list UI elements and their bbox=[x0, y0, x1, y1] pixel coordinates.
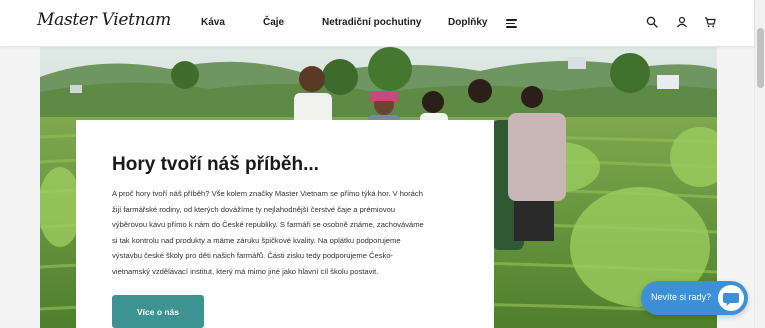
story-text-line: výstavbu české školy pro děti našich far… bbox=[112, 251, 394, 260]
story-text-line: A proč hory tvoří náš příběh? Vše kolem … bbox=[112, 189, 423, 198]
chat-widget[interactable]: Nevíte si rady? bbox=[641, 281, 748, 315]
menu-icon[interactable] bbox=[506, 19, 517, 28]
story-text: A proč hory tvoří náš příběh? Vše kolem … bbox=[112, 186, 458, 279]
logo[interactable]: Master Vietnam bbox=[37, 10, 171, 30]
nav-item-netradicni-pochutiny[interactable]: Netradiční pochutiny bbox=[322, 17, 421, 28]
chat-label[interactable]: Nevíte si rady? bbox=[651, 292, 711, 302]
nav-item-kava[interactable]: Káva bbox=[201, 17, 225, 28]
chat-bubble-icon[interactable] bbox=[718, 285, 744, 311]
story-text-line: výběrovou kávu přímo k nám do České repu… bbox=[112, 220, 424, 229]
more-about-us-button[interactable]: Více o nás bbox=[112, 295, 204, 328]
search-icon[interactable] bbox=[646, 16, 658, 28]
story-title: Hory tvoří náš příběh... bbox=[112, 154, 319, 175]
nav-item-doplnky[interactable]: Doplňky bbox=[448, 17, 487, 28]
scrollbar-thumb[interactable] bbox=[757, 28, 764, 88]
story-text-line: vietnamský vzdělávací institut, který má… bbox=[112, 266, 379, 276]
story-text-line: žijí farmářské rodiny, od kterých dováží… bbox=[112, 204, 396, 214]
story-text-line: si tak kontrolu nad produkty a máme záru… bbox=[112, 235, 401, 245]
user-icon[interactable] bbox=[676, 16, 688, 28]
cart-icon[interactable] bbox=[704, 16, 716, 28]
page-scrollbar[interactable] bbox=[754, 0, 765, 328]
story-card: Hory tvoří náš příběh... A proč hory tvo… bbox=[76, 120, 494, 328]
nav-item-caje[interactable]: Čaje bbox=[263, 17, 284, 28]
site-header: Master Vietnam Káva Čaje Netradiční poch… bbox=[0, 0, 754, 47]
page: Hory tvoří náš příběh... A proč hory tvo… bbox=[0, 0, 765, 328]
